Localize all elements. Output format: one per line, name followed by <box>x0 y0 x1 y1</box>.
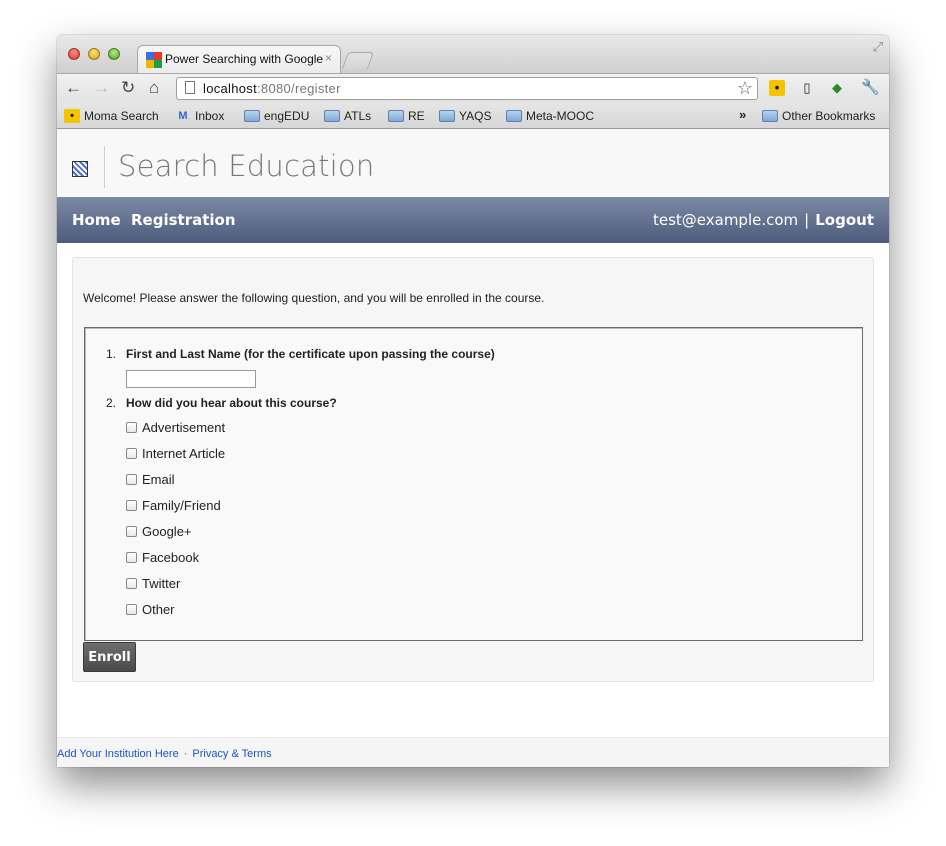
checkbox[interactable] <box>126 474 137 485</box>
option-twitter[interactable]: Twitter <box>126 576 180 591</box>
browser-toolbar: ← → ↻ ⌂ localhost:8080/register ☆ • ▯ ◆ … <box>57 73 889 103</box>
folder-icon <box>439 110 455 122</box>
google-favicon-icon <box>146 52 162 68</box>
bookmark-meta-mooc[interactable]: Meta-MOOC <box>506 109 594 123</box>
url-text[interactable]: localhost:8080/register <box>203 81 341 96</box>
browser-window: Power Searching with Google × ⤢ ← → ↻ ⌂ … <box>57 35 889 767</box>
name-input[interactable] <box>126 370 256 388</box>
welcome-text: Welcome! Please answer the following que… <box>83 291 545 305</box>
footer-separator: · <box>183 748 188 760</box>
site-title[interactable]: Search Education <box>118 149 374 183</box>
forward-arrow-icon[interactable]: → <box>93 78 110 98</box>
option-advertisement[interactable]: Advertisement <box>126 420 225 435</box>
option-internet-article[interactable]: Internet Article <box>126 446 225 461</box>
question-2-number: 2. <box>106 396 117 410</box>
question-1-number: 1. <box>106 347 117 361</box>
zoom-window-button[interactable] <box>108 48 120 60</box>
checkbox[interactable] <box>126 448 137 459</box>
checkbox[interactable] <box>126 578 137 589</box>
site-header: Search Education <box>57 129 889 197</box>
question-box: 1. First and Last Name (for the certific… <box>84 327 863 641</box>
title-bar: Power Searching with Google × ⤢ <box>57 35 889 73</box>
main-navbar: Home Registration test@example.com | Logou… <box>57 197 889 243</box>
option-family-friend[interactable]: Family/Friend <box>126 498 221 513</box>
footer-links: Add Your Institution Here · Privacy & Term… <box>57 748 272 760</box>
option-google-plus[interactable]: Google+ <box>126 524 192 539</box>
new-tab-button[interactable] <box>341 52 375 69</box>
nav-separator: | <box>804 211 810 229</box>
site-footer: Add Your Institution Here · Privacy & Term… <box>57 737 889 767</box>
close-window-button[interactable] <box>68 48 80 60</box>
bookmark-engedu[interactable]: engEDU <box>244 109 309 123</box>
moma-extension-icon[interactable]: • <box>769 80 785 96</box>
bookmarks-bar: • Moma Search M Inbox engEDU ATLs RE YAQ… <box>57 103 889 129</box>
option-other[interactable]: Other <box>126 602 175 617</box>
nav-home-link[interactable]: Home <box>72 211 121 229</box>
bookmarks-overflow-icon[interactable]: » <box>739 107 746 122</box>
folder-icon <box>506 110 522 122</box>
wrench-icon[interactable]: 🔧 <box>861 80 880 96</box>
logout-link[interactable]: Logout <box>815 211 874 229</box>
enroll-button[interactable]: Enroll <box>83 642 136 672</box>
add-institution-link[interactable]: Add Your Institution Here <box>57 748 179 760</box>
back-arrow-icon[interactable]: ← <box>65 78 82 98</box>
phone-extension-icon[interactable]: ▯ <box>799 80 815 96</box>
option-facebook[interactable]: Facebook <box>126 550 199 565</box>
privacy-terms-link[interactable]: Privacy & Terms <box>192 748 271 760</box>
page-content: Search Education Home Registration test@… <box>57 129 889 767</box>
folder-icon <box>324 110 340 122</box>
folder-icon <box>244 110 260 122</box>
bookmark-moma-search[interactable]: • Moma Search <box>64 109 159 123</box>
tab-close-icon[interactable]: × <box>325 51 332 65</box>
question-1-label: 1. First and Last Name (for the certific… <box>106 347 495 361</box>
question-2-label: 2. How did you hear about this course? <box>106 396 337 410</box>
bookmark-inbox[interactable]: M Inbox <box>175 109 224 123</box>
user-area: test@example.com | Logout <box>653 211 874 229</box>
registration-panel: Welcome! Please answer the following que… <box>72 257 874 682</box>
gmail-icon: M <box>178 110 188 122</box>
page-icon <box>185 81 195 94</box>
site-logo-icon[interactable] <box>72 161 88 177</box>
bookmark-other-bookmarks[interactable]: Other Bookmarks <box>762 109 875 123</box>
folder-icon <box>762 110 778 122</box>
checkbox[interactable] <box>126 526 137 537</box>
header-divider <box>104 146 105 188</box>
bookmark-atls[interactable]: ATLs <box>324 109 371 123</box>
fullscreen-icon[interactable]: ⤢ <box>873 39 883 55</box>
moma-icon: • <box>64 109 80 123</box>
checkbox[interactable] <box>126 604 137 615</box>
checkbox[interactable] <box>126 500 137 511</box>
address-bar[interactable]: localhost:8080/register ☆ <box>176 77 758 100</box>
user-email: test@example.com <box>652 211 799 229</box>
option-email[interactable]: Email <box>126 472 175 487</box>
bookmark-star-icon[interactable]: ☆ <box>737 78 753 99</box>
translate-extension-icon[interactable]: ◆ <box>829 80 845 96</box>
reload-icon[interactable]: ↻ <box>121 78 135 98</box>
bookmark-re[interactable]: RE <box>388 109 425 123</box>
checkbox[interactable] <box>126 552 137 563</box>
home-icon[interactable]: ⌂ <box>149 78 159 98</box>
folder-icon <box>388 110 404 122</box>
minimize-window-button[interactable] <box>88 48 100 60</box>
checkbox[interactable] <box>126 422 137 433</box>
nav-registration-link[interactable]: Registration <box>131 211 236 229</box>
bookmark-yaqs[interactable]: YAQS <box>439 109 491 123</box>
tab-title: Power Searching with Google <box>165 52 324 66</box>
tab-active[interactable]: Power Searching with Google × <box>137 45 341 73</box>
